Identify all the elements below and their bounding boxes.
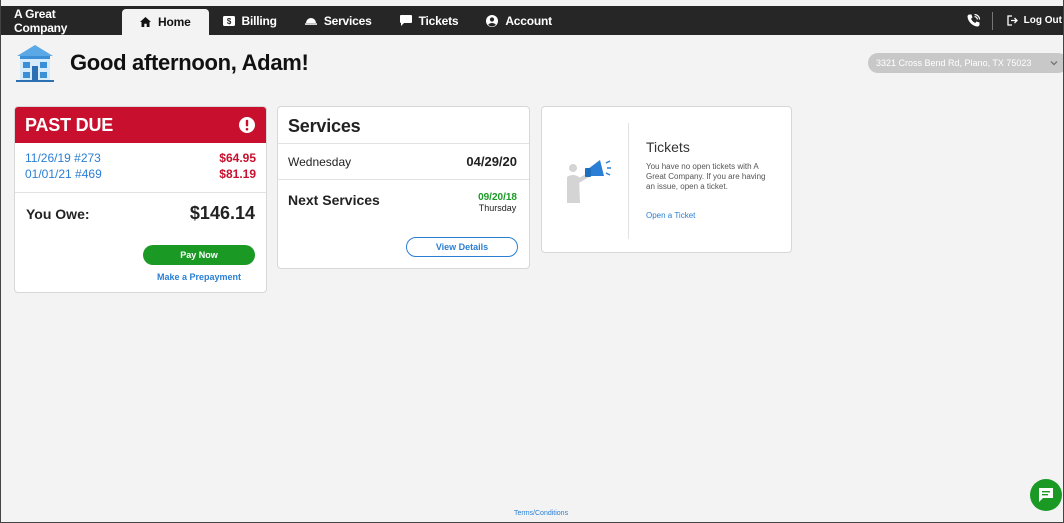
next-services: Next Services 09/20/18 Thursday — [278, 180, 529, 213]
invoice-amount: $64.95 — [219, 151, 256, 165]
home-icon — [140, 17, 151, 27]
next-services-label: Next Services — [288, 192, 380, 208]
prepayment-link[interactable]: Make a Prepayment — [143, 272, 255, 282]
services-card: Services Wednesday 04/29/20 Next Service… — [277, 106, 530, 269]
tickets-title: Tickets — [646, 139, 690, 155]
view-details-button[interactable]: View Details — [406, 237, 518, 257]
page-header: Good afternoon, Adam! — [14, 42, 309, 84]
tab-tickets[interactable]: Tickets — [386, 6, 473, 35]
logout-label: Log Out — [1023, 15, 1062, 26]
invoice-row: 11/26/19 #273 $64.95 — [15, 150, 266, 166]
owe-label: You Owe: — [26, 205, 90, 222]
address-select[interactable]: 3321 Cross Bend Rd, Plano, TX 75023 — [868, 53, 1064, 73]
tab-services-label: Services — [323, 13, 372, 28]
owe-amount: $146.14 — [189, 203, 255, 223]
phone-icon — [967, 14, 980, 27]
past-due-header: PAST DUE — [15, 107, 266, 143]
service-date: 04/29/20 — [466, 154, 517, 169]
services-title: Services — [278, 107, 529, 144]
invoice-row: 01/01/21 #469 $81.19 — [15, 166, 266, 182]
invoice-link[interactable]: 11/26/19 #273 — [25, 150, 101, 166]
next-weekday: Thursday — [478, 203, 517, 213]
nav-right: Log Out — [955, 6, 1064, 35]
tab-home-label: Home — [158, 15, 191, 29]
tickets-divider — [628, 123, 629, 239]
chat-icon — [1039, 488, 1053, 502]
tab-home[interactable]: Home — [122, 9, 209, 35]
alert-icon — [239, 117, 255, 133]
next-date: 09/20/18 — [478, 192, 517, 203]
tab-account[interactable]: Account — [472, 6, 566, 35]
past-due-card: PAST DUE 11/26/19 #273 $64.95 01/01/21 #… — [14, 106, 267, 293]
invoice-list: 11/26/19 #273 $64.95 01/01/21 #469 $81.1… — [15, 143, 266, 193]
user-circle-icon — [486, 14, 499, 27]
dollar-icon: $ — [222, 15, 235, 26]
top-nav: A Great Company Home $ Billing Services … — [0, 6, 1064, 35]
phone-button[interactable] — [955, 6, 992, 35]
pay-now-button[interactable]: Pay Now — [143, 245, 255, 265]
tab-billing[interactable]: $ Billing — [209, 6, 291, 35]
open-ticket-link[interactable]: Open a Ticket — [646, 211, 695, 220]
amount-owed: You Owe: $146.14 — [15, 193, 266, 224]
service-day: Wednesday — [288, 154, 352, 169]
tickets-message: You have no open tickets with A Great Co… — [646, 162, 766, 191]
next-service-date: 09/20/18 Thursday — [478, 192, 517, 213]
logout-button[interactable]: Log Out — [993, 15, 1064, 26]
past-due-title: PAST DUE — [25, 114, 114, 135]
house-icon — [16, 45, 54, 82]
chat-bubble-icon — [399, 15, 412, 26]
brand-name[interactable]: A Great Company — [0, 6, 122, 35]
tab-services[interactable]: Services — [291, 6, 386, 35]
chat-button[interactable] — [1030, 479, 1062, 511]
tab-billing-label: Billing — [241, 13, 277, 28]
tickets-card: Tickets You have no open tickets with A … — [541, 106, 792, 253]
logout-icon — [1007, 15, 1018, 26]
tab-tickets-label: Tickets — [418, 13, 459, 28]
invoice-link[interactable]: 01/01/21 #469 — [25, 166, 102, 182]
services-icon — [304, 18, 317, 25]
terms-link[interactable]: Terms/Conditions — [514, 510, 568, 517]
tab-account-label: Account — [505, 13, 552, 28]
invoice-amount: $81.19 — [219, 167, 256, 181]
service-row: Wednesday 04/29/20 — [278, 144, 529, 180]
address-value: 3321 Cross Bend Rd, Plano, TX 75023 — [876, 58, 1032, 68]
chevron-down-icon — [1050, 61, 1058, 66]
greeting-title: Good afternoon, Adam! — [70, 50, 309, 75]
megaphone-person-icon — [567, 160, 611, 203]
